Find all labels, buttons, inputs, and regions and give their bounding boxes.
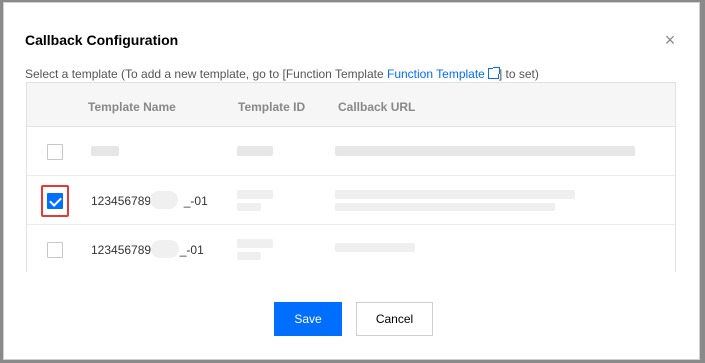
redacted-template-name: [91, 146, 119, 156]
hint-prefix: Select a template (To add a new template…: [25, 67, 387, 81]
template-table: Template Name Template ID Callback URL 1…: [26, 82, 676, 274]
template-name-prefix: 1234567890: [91, 243, 158, 257]
template-name-prefix: 1234567890: [91, 194, 158, 208]
table-row[interactable]: [27, 127, 675, 176]
dialog-title: Callback Configuration: [25, 32, 179, 48]
redacted-callback-url: [335, 243, 415, 252]
header-template-name: Template Name: [88, 100, 176, 114]
redacted-template-id: [237, 190, 273, 199]
header-template-id: Template ID: [238, 100, 306, 114]
function-template-link[interactable]: Function Template: [387, 67, 500, 81]
template-name-suffix: _-01: [183, 194, 208, 208]
template-name-suffix: _-01: [179, 243, 204, 257]
redacted-callback-url: [335, 146, 635, 156]
close-icon[interactable]: ×: [661, 31, 679, 49]
callback-configuration-dialog: Callback Configuration × Select a templa…: [3, 2, 700, 360]
redacted-template-id-line2: [237, 252, 261, 260]
row-checkbox[interactable]: [47, 242, 63, 258]
template-hint: Select a template (To add a new template…: [25, 67, 539, 81]
function-template-link-label: Function Template: [387, 67, 485, 81]
save-button[interactable]: Save: [274, 302, 342, 336]
hint-suffix: ] to set): [498, 67, 539, 81]
table-row[interactable]: 1234567890 _-01: [27, 225, 675, 274]
redaction-mask: [150, 191, 178, 209]
redaction-mask: [151, 240, 179, 258]
header-callback-url: Callback URL: [338, 100, 416, 114]
redacted-template-id: [237, 146, 273, 156]
row-checkbox[interactable]: [47, 144, 63, 160]
redacted-callback-url: [335, 190, 575, 199]
row-checkbox-checked[interactable]: [47, 193, 63, 209]
cancel-button[interactable]: Cancel: [356, 302, 433, 336]
template-name-cell: 1234567890 _-01: [91, 243, 204, 257]
redacted-template-id-line2: [237, 203, 261, 211]
external-link-icon: [487, 67, 500, 79]
table-header: Template Name Template ID Callback URL: [27, 83, 675, 127]
redacted-callback-url-line2: [335, 203, 555, 211]
redacted-template-id: [237, 239, 273, 248]
table-row[interactable]: 1234567890 _-01: [27, 176, 675, 225]
